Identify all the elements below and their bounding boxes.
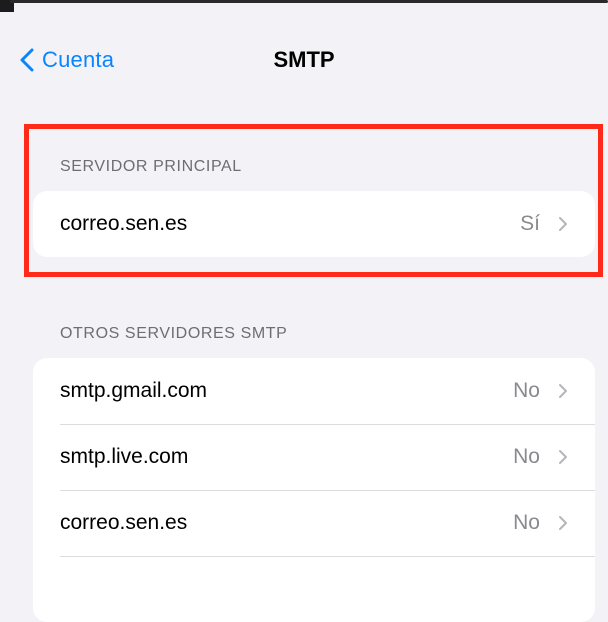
server-name: correo.sen.es [60,511,188,534]
server-status: Sí [520,212,540,235]
primary-server-row[interactable]: correo.sen.es Sí [33,191,595,257]
other-servers-card: smtp.gmail.com No smtp.live.com No corre… [33,358,595,622]
top-edge [0,0,608,12]
page-title: SMTP [273,47,335,72]
chevron-right-icon [559,217,567,231]
server-status: No [513,379,540,402]
primary-server-header: SERVIDOR PRINCIPAL [60,158,242,175]
server-status: No [513,445,540,468]
server-status: No [513,511,540,534]
top-edge-line [10,0,608,3]
server-name: smtp.live.com [60,445,189,468]
other-server-row[interactable]: smtp.gmail.com No [33,358,595,424]
chevron-right-icon [559,516,567,530]
server-name: smtp.gmail.com [60,379,208,402]
other-server-row[interactable]: correo.sen.es No [33,490,595,556]
chevron-right-icon [559,384,567,398]
server-name: correo.sen.es [60,212,188,235]
other-server-row-partial[interactable] [33,556,595,622]
primary-server-card: correo.sen.es Sí [33,191,595,257]
chevron-right-icon [559,450,567,464]
other-server-row[interactable]: smtp.live.com No [33,424,595,490]
other-servers-header: OTROS SERVIDORES SMTP [60,325,288,342]
navigation-bar: Cuenta SMTP [0,12,608,108]
